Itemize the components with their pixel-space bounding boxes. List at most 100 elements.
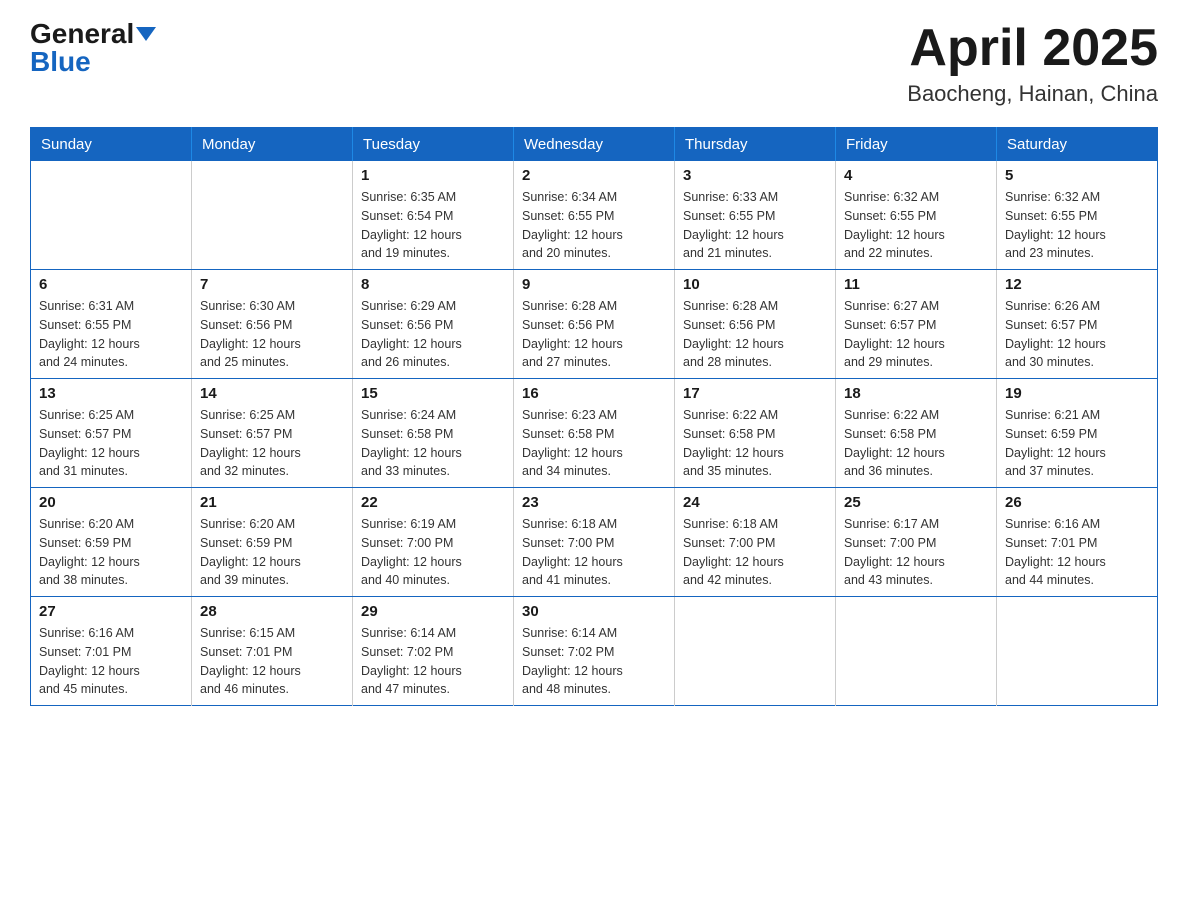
- calendar-day-cell: 28 Sunrise: 6:15 AMSunset: 7:01 PMDayligh…: [192, 597, 353, 706]
- day-number: 4: [844, 167, 988, 184]
- calendar-day-header: Wednesday: [514, 128, 675, 162]
- day-number: 21: [200, 494, 344, 511]
- day-number: 18: [844, 385, 988, 402]
- day-number: 19: [1005, 385, 1149, 402]
- day-info: Sunrise: 6:16 AMSunset: 7:01 PMDaylight:…: [39, 624, 183, 699]
- day-info: Sunrise: 6:17 AMSunset: 7:00 PMDaylight:…: [844, 515, 988, 590]
- day-info: Sunrise: 6:20 AMSunset: 6:59 PMDaylight:…: [200, 515, 344, 590]
- day-info: Sunrise: 6:25 AMSunset: 6:57 PMDaylight:…: [200, 406, 344, 481]
- calendar-week-row: 6Sunrise: 6:31 AMSunset: 6:55 PMDaylight…: [31, 270, 1158, 379]
- calendar-day-cell: 23Sunrise: 6:18 AMSunset: 7:00 PMDayligh…: [514, 488, 675, 597]
- day-info: Sunrise: 6:33 AMSunset: 6:55 PMDaylight:…: [683, 188, 827, 263]
- day-number: 8: [361, 276, 505, 293]
- calendar-day-cell: 30 Sunrise: 6:14 AMSunset: 7:02 PMDayligh…: [514, 597, 675, 706]
- day-info: Sunrise: 6:23 AMSunset: 6:58 PMDaylight:…: [522, 406, 666, 481]
- day-number: 15: [361, 385, 505, 402]
- calendar-day-cell: 22 Sunrise: 6:19 AMSunset: 7:00 PMDayligh…: [353, 488, 514, 597]
- day-number: 10: [683, 276, 827, 293]
- day-number: 29: [361, 603, 505, 620]
- calendar-day-cell: [192, 161, 353, 270]
- day-info: Sunrise: 6:27 AMSunset: 6:57 PMDaylight:…: [844, 297, 988, 372]
- calendar-day-cell: 3 Sunrise: 6:33 AMSunset: 6:55 PMDaylight…: [675, 161, 836, 270]
- day-info: Sunrise: 6:32 AMSunset: 6:55 PMDaylight:…: [844, 188, 988, 263]
- calendar-day-cell: 2 Sunrise: 6:34 AMSunset: 6:55 PMDaylight…: [514, 161, 675, 270]
- day-info: Sunrise: 6:19 AMSunset: 7:00 PMDaylight:…: [361, 515, 505, 590]
- day-info: Sunrise: 6:29 AMSunset: 6:56 PMDaylight:…: [361, 297, 505, 372]
- day-number: 28: [200, 603, 344, 620]
- day-info: Sunrise: 6:14 AMSunset: 7:02 PMDaylight:…: [522, 624, 666, 699]
- logo-triangle-icon: [136, 27, 156, 41]
- calendar-day-cell: 15 Sunrise: 6:24 AMSunset: 6:58 PMDayligh…: [353, 379, 514, 488]
- day-number: 20: [39, 494, 183, 511]
- day-number: 25: [844, 494, 988, 511]
- day-info: Sunrise: 6:16 AMSunset: 7:01 PMDaylight:…: [1005, 515, 1149, 590]
- calendar-location: Baocheng, Hainan, China: [907, 81, 1158, 107]
- calendar-day-cell: [31, 161, 192, 270]
- calendar-day-cell: 24Sunrise: 6:18 AMSunset: 7:00 PMDayligh…: [675, 488, 836, 597]
- day-number: 1: [361, 167, 505, 184]
- logo: General Blue: [30, 20, 156, 76]
- calendar-header-row: SundayMondayTuesdayWednesdayThursdayFrid…: [31, 128, 1158, 162]
- day-info: Sunrise: 6:28 AMSunset: 6:56 PMDaylight:…: [683, 297, 827, 372]
- day-number: 17: [683, 385, 827, 402]
- calendar-day-cell: 18Sunrise: 6:22 AMSunset: 6:58 PMDayligh…: [836, 379, 997, 488]
- calendar-day-cell: 9 Sunrise: 6:28 AMSunset: 6:56 PMDaylight…: [514, 270, 675, 379]
- calendar-day-cell: 14 Sunrise: 6:25 AMSunset: 6:57 PMDayligh…: [192, 379, 353, 488]
- day-number: 7: [200, 276, 344, 293]
- calendar-day-header: Friday: [836, 128, 997, 162]
- calendar-day-header: Saturday: [997, 128, 1158, 162]
- day-number: 5: [1005, 167, 1149, 184]
- logo-blue-text: Blue: [30, 48, 91, 76]
- day-number: 26: [1005, 494, 1149, 511]
- day-number: 16: [522, 385, 666, 402]
- day-info: Sunrise: 6:15 AMSunset: 7:01 PMDaylight:…: [200, 624, 344, 699]
- calendar-week-row: 27Sunrise: 6:16 AMSunset: 7:01 PMDayligh…: [31, 597, 1158, 706]
- day-number: 12: [1005, 276, 1149, 293]
- day-number: 22: [361, 494, 505, 511]
- calendar-day-cell: 27Sunrise: 6:16 AMSunset: 7:01 PMDayligh…: [31, 597, 192, 706]
- day-info: Sunrise: 6:28 AMSunset: 6:56 PMDaylight:…: [522, 297, 666, 372]
- calendar-day-cell: 11 Sunrise: 6:27 AMSunset: 6:57 PMDayligh…: [836, 270, 997, 379]
- calendar-day-cell: 7Sunrise: 6:30 AMSunset: 6:56 PMDaylight…: [192, 270, 353, 379]
- calendar-day-cell: 29 Sunrise: 6:14 AMSunset: 7:02 PMDayligh…: [353, 597, 514, 706]
- day-info: Sunrise: 6:26 AMSunset: 6:57 PMDaylight:…: [1005, 297, 1149, 372]
- calendar-day-cell: 4 Sunrise: 6:32 AMSunset: 6:55 PMDaylight…: [836, 161, 997, 270]
- day-number: 14: [200, 385, 344, 402]
- calendar-day-header: Monday: [192, 128, 353, 162]
- calendar-day-header: Thursday: [675, 128, 836, 162]
- day-info: Sunrise: 6:34 AMSunset: 6:55 PMDaylight:…: [522, 188, 666, 263]
- calendar-day-cell: 19 Sunrise: 6:21 AMSunset: 6:59 PMDayligh…: [997, 379, 1158, 488]
- calendar-day-cell: 12 Sunrise: 6:26 AMSunset: 6:57 PMDayligh…: [997, 270, 1158, 379]
- day-info: Sunrise: 6:24 AMSunset: 6:58 PMDaylight:…: [361, 406, 505, 481]
- calendar-day-cell: 13Sunrise: 6:25 AMSunset: 6:57 PMDayligh…: [31, 379, 192, 488]
- calendar-day-cell: 26 Sunrise: 6:16 AMSunset: 7:01 PMDayligh…: [997, 488, 1158, 597]
- day-info: Sunrise: 6:25 AMSunset: 6:57 PMDaylight:…: [39, 406, 183, 481]
- day-number: 2: [522, 167, 666, 184]
- day-info: Sunrise: 6:18 AMSunset: 7:00 PMDaylight:…: [522, 515, 666, 590]
- calendar-table: SundayMondayTuesdayWednesdayThursdayFrid…: [30, 127, 1158, 706]
- logo-general-text: General: [30, 20, 134, 48]
- calendar-day-cell: 16 Sunrise: 6:23 AMSunset: 6:58 PMDayligh…: [514, 379, 675, 488]
- calendar-day-cell: 8 Sunrise: 6:29 AMSunset: 6:56 PMDaylight…: [353, 270, 514, 379]
- day-number: 9: [522, 276, 666, 293]
- calendar-day-cell: 25 Sunrise: 6:17 AMSunset: 7:00 PMDayligh…: [836, 488, 997, 597]
- day-info: Sunrise: 6:32 AMSunset: 6:55 PMDaylight:…: [1005, 188, 1149, 263]
- calendar-day-header: Tuesday: [353, 128, 514, 162]
- day-number: 3: [683, 167, 827, 184]
- calendar-title: April 2025: [907, 20, 1158, 77]
- calendar-day-header: Sunday: [31, 128, 192, 162]
- calendar-day-cell: 21 Sunrise: 6:20 AMSunset: 6:59 PMDayligh…: [192, 488, 353, 597]
- calendar-week-row: 20 Sunrise: 6:20 AMSunset: 6:59 PMDayligh…: [31, 488, 1158, 597]
- day-info: Sunrise: 6:22 AMSunset: 6:58 PMDaylight:…: [683, 406, 827, 481]
- calendar-day-cell: 1Sunrise: 6:35 AMSunset: 6:54 PMDaylight…: [353, 161, 514, 270]
- calendar-day-cell: 20Sunrise: 6:20 AMSunset: 6:59 PMDayligh…: [31, 488, 192, 597]
- calendar-week-row: 1Sunrise: 6:35 AMSunset: 6:54 PMDaylight…: [31, 161, 1158, 270]
- day-info: Sunrise: 6:21 AMSunset: 6:59 PMDaylight:…: [1005, 406, 1149, 481]
- day-number: 30: [522, 603, 666, 620]
- calendar-day-cell: 5 Sunrise: 6:32 AMSunset: 6:55 PMDaylight…: [997, 161, 1158, 270]
- day-number: 24: [683, 494, 827, 511]
- page-header: General Blue April 2025 Baocheng, Hainan…: [30, 20, 1158, 107]
- day-number: 11: [844, 276, 988, 293]
- day-info: Sunrise: 6:14 AMSunset: 7:02 PMDaylight:…: [361, 624, 505, 699]
- calendar-day-cell: 10 Sunrise: 6:28 AMSunset: 6:56 PMDayligh…: [675, 270, 836, 379]
